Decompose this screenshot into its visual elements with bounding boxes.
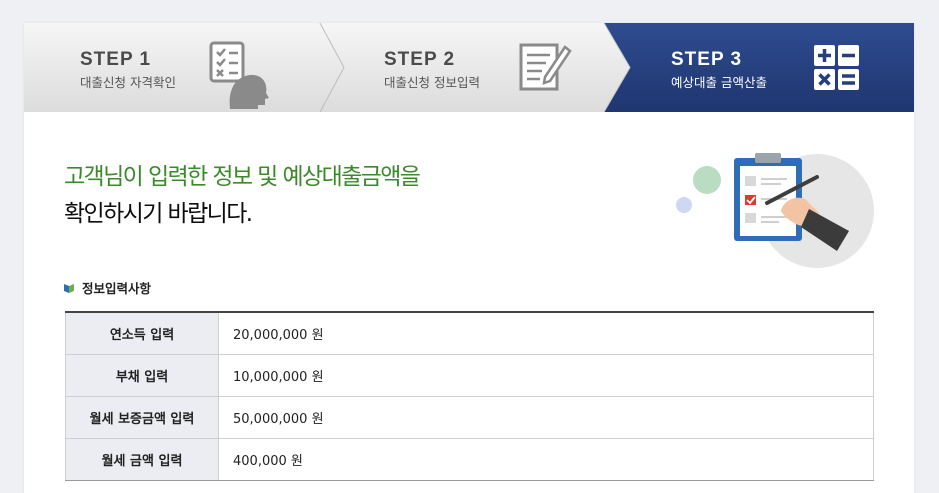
step-1: STEP 1 대출신청 자격확인 (80, 23, 320, 112)
table-row: 월세 금액 입력 400,000 원 (65, 438, 874, 481)
row-value: 400,000 원 (218, 438, 874, 481)
step-2-label: 대출신청 정보입력 (384, 75, 480, 90)
step-1-number: STEP 1 (80, 49, 152, 70)
table-row: 부채 입력 10,000,000 원 (65, 354, 874, 397)
clipboard-checklist-icon (676, 153, 874, 268)
step-3-label: 예상대출 금액산출 (671, 75, 767, 90)
step-2: STEP 2 대출신청 정보입력 (384, 23, 604, 112)
section-bullet-icon (64, 283, 74, 293)
table-row: 월세 보증금액 입력 50,000,000 원 (65, 396, 874, 439)
calculator-icon (814, 45, 859, 90)
row-value: 10,000,000 원 (218, 354, 874, 397)
row-value: 50,000,000 원 (218, 396, 874, 439)
row-value: 20,000,000 원 (218, 312, 874, 355)
info-table: 연소득 입력 20,000,000 원 부채 입력 10,000,000 원 월… (65, 311, 874, 481)
headline-line-2: 확인하시기 바랍니다. (64, 201, 253, 227)
headline-line-1: 고객님이 입력한 정보 및 예상대출금액을 (64, 164, 421, 190)
step-3-number: STEP 3 (671, 49, 743, 70)
document-pen-icon (519, 43, 572, 91)
headline: 고객님이 입력한 정보 및 예상대출금액을 확인하시기 바랍니다. (64, 159, 421, 233)
checklist-person-icon (209, 41, 269, 109)
main-panel: STEP 1 대출신청 자격확인 STEP 2 대출신청 정보입력 STEP 3… (24, 23, 914, 493)
step-3: STEP 3 예상대출 금액산출 (671, 23, 911, 112)
row-label: 부채 입력 (65, 354, 219, 397)
row-label: 월세 보증금액 입력 (65, 396, 219, 439)
step-progress-bar: STEP 1 대출신청 자격확인 STEP 2 대출신청 정보입력 STEP 3… (24, 23, 914, 112)
row-label: 연소득 입력 (65, 312, 219, 355)
step-1-label: 대출신청 자격확인 (80, 75, 176, 90)
row-label: 월세 금액 입력 (65, 438, 219, 481)
step-2-number: STEP 2 (384, 49, 456, 70)
section-title-text: 정보입력사항 (82, 281, 152, 296)
table-row: 연소득 입력 20,000,000 원 (65, 312, 874, 355)
section-title: 정보입력사항 (64, 278, 151, 297)
